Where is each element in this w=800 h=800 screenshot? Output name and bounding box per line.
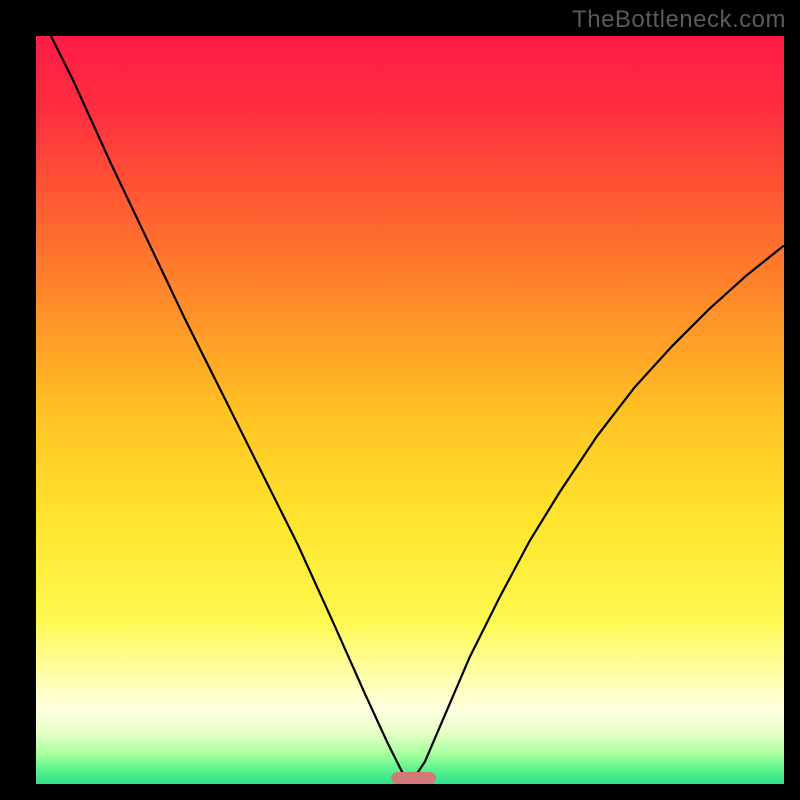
plot-area xyxy=(36,36,784,784)
watermark-text: TheBottleneck.com xyxy=(572,6,786,34)
optimal-marker xyxy=(391,772,436,784)
bottleneck-chart xyxy=(0,0,800,800)
